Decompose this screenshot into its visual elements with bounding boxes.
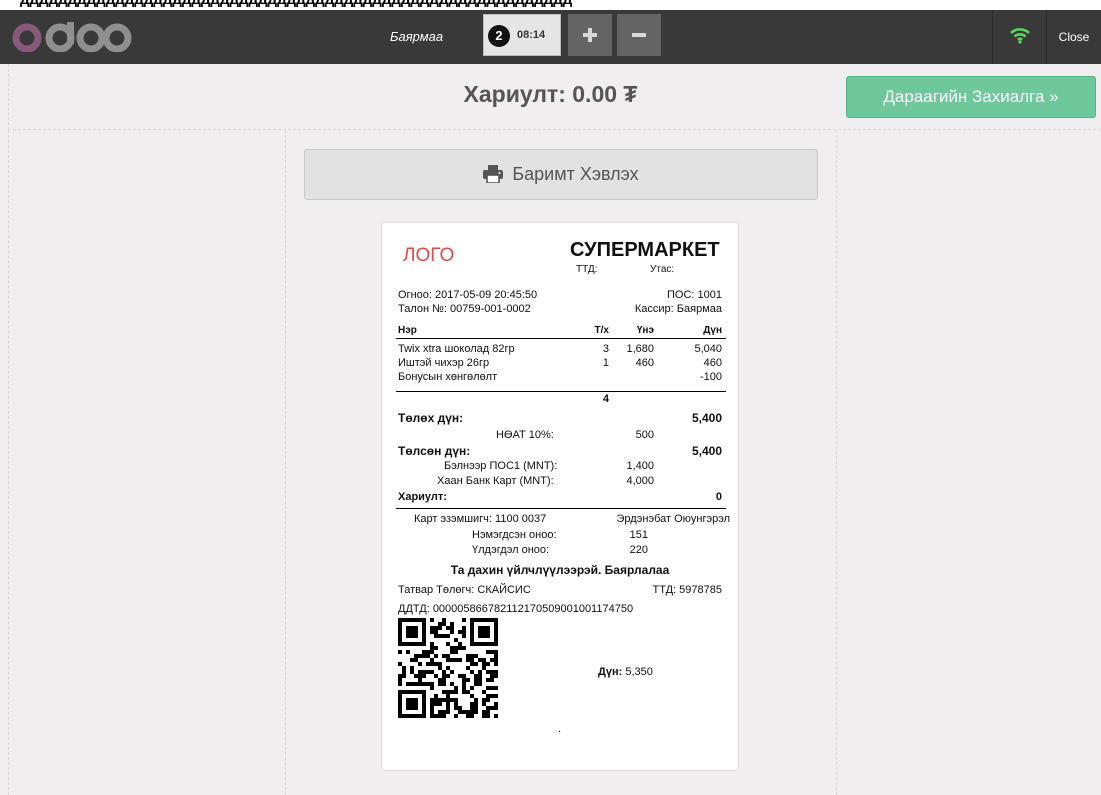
cashier-name[interactable]: Баярмаа — [380, 20, 453, 54]
print-receipt-button[interactable]: Баримт Хэвлэх — [304, 149, 818, 200]
column-divider — [8, 130, 9, 795]
line-name: Иштэй чихэр 26гр — [398, 357, 490, 369]
next-order-button[interactable]: Дараагийн Захиалга » — [846, 76, 1096, 118]
line-total: 460 — [703, 357, 722, 369]
line-qty: 3 — [602, 343, 609, 355]
minus-icon — [632, 33, 646, 37]
connection-status[interactable] — [992, 10, 1046, 64]
change-label: Хариулт: — [398, 491, 447, 503]
next-order-label: Дараагийн Захиалга — [883, 87, 1045, 106]
vat-label: НӨАТ 10%: — [496, 429, 554, 441]
amount-due: 5,400 — [691, 411, 722, 425]
wifi-icon — [1010, 28, 1030, 44]
remaining-points: 220 — [629, 544, 648, 556]
line-price: 460 — [635, 357, 654, 369]
order-number-badge: 2 — [488, 25, 510, 47]
line-total: -100 — [699, 371, 722, 383]
line-name: Бонусын хөнгөлөлт — [398, 371, 498, 383]
store-ttd: ТТД: — [576, 264, 598, 275]
total-qty: 4 — [602, 393, 609, 405]
taxpayer: Татвар Төлөгч: СКАЙСИС — [398, 584, 531, 596]
payment-screen: Хариулт: 0.00 ₮ Дараагийн Захиалга » Бар… — [0, 64, 1101, 795]
page-top-strip: дддддддддддддддддддддддддддддддддддддддд… — [0, 0, 1101, 10]
store-name: СУПЕРМАРКЕТ — [570, 239, 720, 261]
vat-amount: 500 — [635, 429, 654, 441]
qr-total-label: Дүн: — [598, 666, 623, 678]
taxpayer-ttd: ТТД: 5978785 — [652, 584, 722, 596]
remaining-points-label: Үлдэгдэл оноо: — [472, 544, 550, 556]
col-qty: Т/х — [594, 325, 609, 336]
qr-total: Дүн: 5,350 — [598, 666, 653, 678]
receipt-logo: ЛОГО — [403, 245, 455, 266]
payment-amount: 1,400 — [626, 460, 654, 472]
payment-amount: 4,000 — [626, 475, 654, 487]
receipt-ticket: Талон №: 00759-001-0002 — [398, 303, 531, 315]
receipt: ЛОГО СУПЕРМАРКЕТ ТТД: Утас: Огноо: 2017-… — [381, 222, 739, 771]
print-receipt-label: Баримт Хэвлэх — [512, 164, 639, 184]
change-amount-receipt: 0 — [715, 491, 722, 503]
order-tab-active[interactable]: 2 08:14 — [483, 14, 561, 56]
pos-topbar: Баярмаа 2 08:14 Close — [0, 10, 1101, 64]
paid-amount: 5,400 — [691, 444, 722, 458]
new-order-button[interactable] — [568, 14, 612, 56]
added-points: 151 — [629, 529, 648, 541]
ddtd: ДДТД: 000005866782112170509001001174750 — [398, 603, 634, 615]
payment-label: Хаан Банк Карт (MNT): — [437, 475, 554, 487]
col-total: Дүн — [703, 325, 722, 336]
page-top-text: дддддддддддддддддддддддддддддддддддддддд… — [20, 0, 572, 8]
store-phone: Утас: — [650, 264, 675, 275]
receipt-date: Огноо: 2017-05-09 20:45:50 — [398, 289, 538, 301]
paid-label: Төлсөн дүн: — [398, 444, 471, 458]
qr-code — [398, 618, 498, 718]
plus-icon — [583, 28, 597, 42]
payment-label: Бэлнээр ПОС1 (MNT): — [444, 460, 558, 472]
line-price: 1,680 — [626, 343, 654, 355]
receipt-cashier: Кассир: Баярмаа — [634, 303, 722, 315]
column-divider — [836, 130, 837, 795]
delete-order-button[interactable] — [617, 14, 661, 56]
col-price: Үнэ — [636, 325, 654, 336]
receipt-footer-dot: . — [558, 723, 562, 735]
line-name: Twix xtra шоколад 82гр — [398, 343, 515, 355]
divider — [396, 391, 726, 392]
double-chevron-right-icon: » — [1049, 87, 1059, 106]
card-holder-name: Эрдэнэбат Оюунгэрэл — [616, 513, 730, 525]
order-time: 08:14 — [517, 29, 546, 41]
close-button[interactable]: Close — [1046, 10, 1101, 64]
odoo-logo — [12, 22, 132, 52]
thanks-message: Та дахин үйлчлүүлээрэй. Баярлалаа — [450, 563, 670, 577]
line-qty: 1 — [602, 357, 609, 369]
card-holder-label: Карт эзэмшигч: 1100 0037 — [414, 513, 547, 525]
printer-icon — [483, 165, 504, 184]
divider — [396, 508, 726, 509]
receipt-pos: ПОС: 1001 — [667, 289, 722, 301]
column-divider — [285, 130, 286, 795]
added-points-label: Нэмэгдсэн оноо: — [472, 529, 557, 541]
line-total: 5,040 — [694, 343, 722, 355]
qr-total-value: 5,350 — [625, 666, 653, 678]
col-name: Нэр — [398, 325, 417, 336]
divider — [396, 338, 726, 339]
amount-due-label: Төлөх дүн: — [398, 411, 464, 425]
